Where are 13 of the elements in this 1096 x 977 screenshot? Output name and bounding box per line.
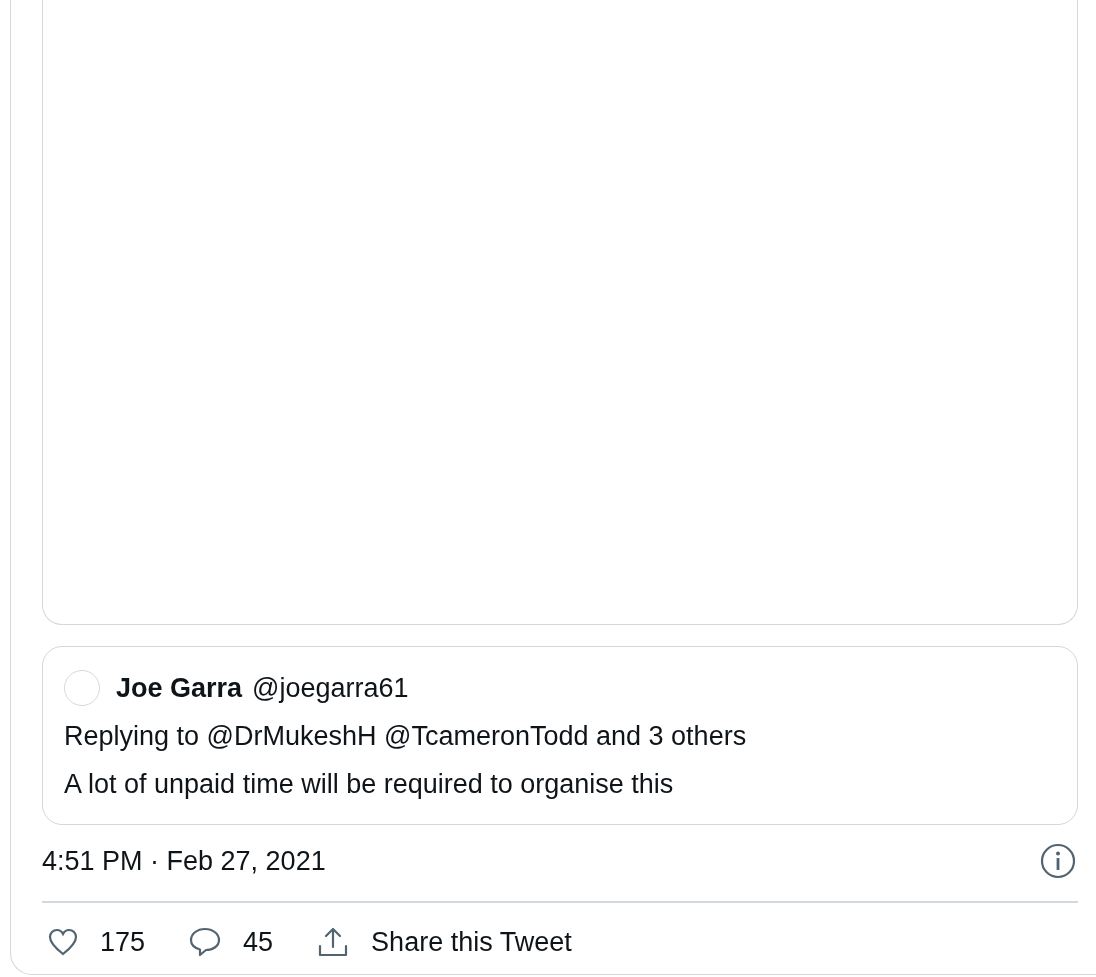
user-name: Joe Garra	[116, 672, 243, 705]
tweet-text: A lot of unpaid time will be required to organise this	[64, 768, 675, 801]
share-link[interactable]: Share this Tweet	[371, 926, 572, 958]
speech-bubble-icon[interactable]	[189, 927, 222, 957]
reply-count: 45	[243, 926, 274, 958]
like-count: 175	[100, 926, 146, 958]
replying-to-text: Replying to @DrMukeshH @TcameronTodd and 3 others	[64, 720, 748, 753]
timestamp: 4:51 PM · Feb 27, 2021	[42, 845, 326, 877]
share-icon[interactable]	[317, 926, 350, 958]
info-icon[interactable]	[1040, 843, 1076, 879]
quoted-tweet-card[interactable]: Joe Garra @joegarra61 Replying to @DrMukeshH @TcameronTodd and 3 others A lot of unpaid time will be required to organise this	[42, 646, 1078, 825]
user-handle: @joegarra61	[252, 672, 409, 705]
heart-icon[interactable]	[48, 928, 78, 956]
